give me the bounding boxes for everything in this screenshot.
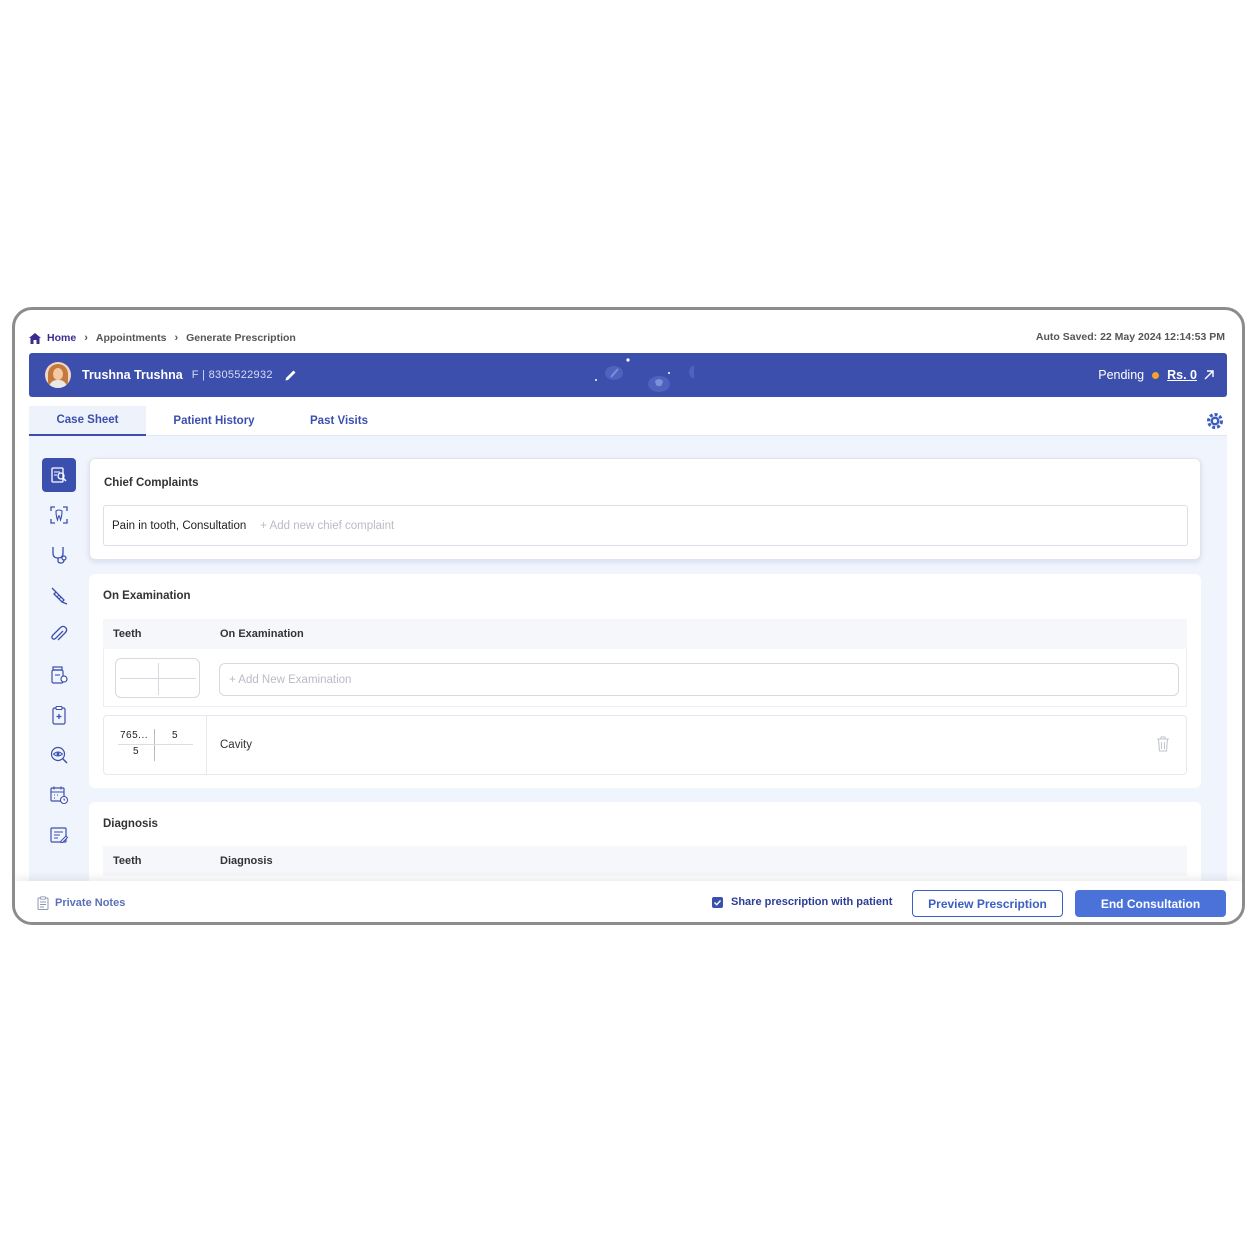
diagnosis-table-header: Teeth Diagnosis (103, 846, 1187, 876)
stethoscope-icon[interactable] (42, 538, 76, 572)
clipboard-icon (37, 896, 49, 910)
gear-icon[interactable] (1206, 412, 1224, 430)
attachment-icon[interactable] (42, 618, 76, 652)
pencil-icon[interactable] (284, 368, 298, 382)
chief-complaints-value: Pain in tooth, Consultation (112, 519, 247, 532)
teeth-upper-left: 765... (120, 730, 149, 741)
patient-meta: F | 8305522932 (191, 369, 273, 381)
col-on-examination: On Examination (220, 628, 304, 640)
action-bar: Private Notes Share prescription with pa… (15, 881, 1242, 922)
table-row: 765... 5 5 Cavity (103, 715, 1187, 775)
medicine-icon[interactable] (42, 658, 76, 692)
breadcrumb-home[interactable]: Home (29, 332, 76, 344)
check-icon (714, 899, 722, 906)
col-teeth: Teeth (113, 628, 142, 640)
amount-link[interactable]: Rs. 0 (1167, 368, 1197, 382)
case-sheet-icon[interactable] (42, 458, 76, 492)
notes-icon[interactable] (42, 818, 76, 852)
clipboard-icon[interactable] (42, 698, 76, 732)
autosave-status: Auto Saved: 22 May 2024 12:14:53 PM (1035, 331, 1225, 343)
share-checkbox[interactable] (712, 896, 723, 908)
decoration-icon (595, 358, 694, 392)
breadcrumb-home-label: Home (47, 332, 77, 344)
section-sidebar (42, 458, 76, 858)
status-dot (1152, 371, 1160, 379)
chevron-right-icon: › (84, 332, 88, 344)
diagnosis-title: Diagnosis (103, 818, 158, 830)
eye-icon[interactable] (42, 738, 76, 772)
new-examination-row: + Add New Examination (103, 649, 1187, 707)
status-text: Pending (1098, 368, 1145, 382)
breadcrumb-current: Generate Prescription (186, 332, 296, 344)
tooth-chart[interactable]: 765... 5 5 (118, 729, 193, 761)
teeth-upper-right: 5 (172, 730, 178, 741)
private-notes-button[interactable]: Private Notes (37, 896, 125, 910)
syringe-icon[interactable] (42, 578, 76, 612)
teeth-lower-left: 5 (133, 746, 139, 757)
patient-name: Trushna Trushna (82, 368, 183, 382)
chief-complaints-title: Chief Complaints (104, 477, 199, 489)
case-sheet-content: Chief Complaints Pain in tooth, Consulta… (29, 436, 1227, 884)
col-diagnosis: Diagnosis (220, 855, 273, 867)
tab-case-sheet[interactable]: Case Sheet (29, 406, 146, 436)
breadcrumb-appointments[interactable]: Appointments (96, 332, 167, 344)
share-prescription-toggle[interactable]: Share prescription with patient (712, 896, 892, 908)
preview-prescription-button[interactable]: Preview Prescription (912, 890, 1063, 917)
add-chief-complaint[interactable]: + Add new chief complaint (260, 520, 394, 532)
private-notes-label: Private Notes (55, 897, 126, 909)
tab-bar: Case Sheet Patient History Past Visits (29, 406, 1227, 436)
add-examination-input[interactable]: + Add New Examination (219, 663, 1179, 696)
calendar-icon[interactable] (42, 778, 76, 812)
examination-finding: Cavity (220, 739, 252, 751)
chief-complaints-field[interactable]: Pain in tooth, Consultation + Add new ch… (103, 505, 1188, 546)
tooth-selector[interactable] (115, 658, 200, 698)
avatar (45, 362, 71, 388)
chevron-right-icon: › (174, 332, 179, 344)
examination-table-header: Teeth On Examination (103, 619, 1187, 649)
examination-title: On Examination (103, 590, 191, 602)
examination-card: On Examination Teeth On Examination + Ad… (89, 574, 1201, 788)
trash-icon[interactable] (1156, 736, 1170, 752)
scan-icon[interactable] (42, 498, 76, 532)
home-icon (29, 332, 41, 344)
end-consultation-button[interactable]: End Consultation (1075, 890, 1226, 917)
tab-past-visits[interactable]: Past Visits (299, 406, 379, 436)
chief-complaints-card: Chief Complaints Pain in tooth, Consulta… (89, 458, 1201, 560)
billing-status: Pending Rs. 0 (1098, 353, 1215, 397)
breadcrumb: Home › Appointments › Generate Prescript… (29, 330, 296, 346)
col-teeth: Teeth (113, 855, 142, 867)
external-link-icon[interactable] (1203, 369, 1215, 381)
share-label: Share prescription with patient (731, 896, 893, 908)
app-window: Home › Appointments › Generate Prescript… (12, 307, 1245, 925)
tab-patient-history[interactable]: Patient History (159, 406, 269, 436)
patient-banner: Trushna Trushna F | 8305522932 Pending R… (29, 353, 1227, 397)
diagnosis-card: Diagnosis Teeth Diagnosis (89, 802, 1201, 884)
